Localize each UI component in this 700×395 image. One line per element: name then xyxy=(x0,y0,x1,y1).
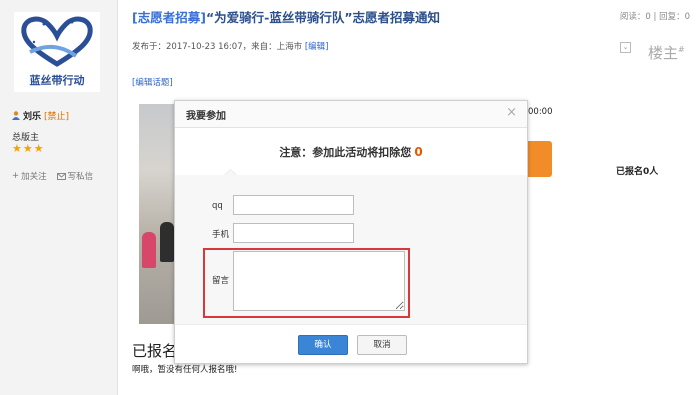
cancel-button[interactable]: 取消 xyxy=(357,335,407,355)
edit-topic-link[interactable]: [编辑话题] xyxy=(132,76,173,88)
follow-button[interactable]: + 加关注 xyxy=(12,170,47,182)
qq-label: qq xyxy=(212,201,223,211)
user-info: 刘乐 [禁止] xyxy=(12,109,69,122)
user-icon xyxy=(12,111,20,120)
post-title: [志愿者招募]“为爱骑行-蓝丝带骑行队”志愿者招募通知 xyxy=(132,7,440,26)
floor-text: 楼主 xyxy=(648,44,679,62)
mail-icon xyxy=(56,172,66,180)
join-dialog: 我要参加 × 注意：参加此活动将扣除您 0 qq 手机 留言 确认 取消 xyxy=(174,100,528,364)
qq-input[interactable] xyxy=(233,195,354,215)
notice-area: 注意：参加此活动将扣除您 0 xyxy=(175,128,527,185)
photo-figure xyxy=(160,222,174,262)
phone-label: 手机 xyxy=(212,230,230,240)
plus-icon: + xyxy=(12,171,20,181)
reply-count: 回复：0 xyxy=(659,12,690,22)
post-meta: 发布于：2017-10-23 16:07，来自：上海市 [编辑] xyxy=(132,40,328,52)
message-button[interactable]: 写私信 xyxy=(56,170,94,182)
signed-up-count: 已报名0人 xyxy=(616,167,659,177)
post-category-link[interactable]: [志愿者招募] xyxy=(132,10,206,25)
message-label: 写私信 xyxy=(67,172,94,182)
notice-points: 0 xyxy=(414,145,423,159)
follow-label: 加关注 xyxy=(21,172,47,182)
dialog-header: 我要参加 × xyxy=(175,101,527,128)
post-date-location: 发布于：2017-10-23 16:07，来自：上海市 xyxy=(132,42,305,52)
heart-ribbon-icon xyxy=(21,16,93,67)
blue-ribbon-logo: 蓝丝带行动 xyxy=(14,12,100,92)
dialog-footer: 确认 取消 xyxy=(175,324,527,363)
join-form: qq 手机 留言 xyxy=(175,175,527,325)
phone-input[interactable] xyxy=(233,223,354,243)
post-title-text: “为爱骑行-蓝丝带骑行队”志愿者招募通知 xyxy=(205,10,441,25)
chevron-down-icon[interactable]: ⌄ xyxy=(620,42,631,53)
user-actions: + 加关注 写私信 xyxy=(12,170,93,182)
notice-message: 注意：参加此活动将扣除您 xyxy=(279,146,412,159)
close-icon[interactable]: × xyxy=(506,105,517,120)
event-time: 00:00 xyxy=(528,107,553,117)
user-name[interactable]: 刘乐 xyxy=(23,109,41,122)
dialog-title: 我要参加 xyxy=(186,111,226,122)
photo-figure xyxy=(142,232,156,268)
signed-up-heading: 已报名 xyxy=(132,342,178,360)
view-count: 阅读：0 xyxy=(619,12,651,22)
edit-post-link[interactable]: [编辑] xyxy=(305,42,329,52)
confirm-button[interactable]: 确认 xyxy=(298,335,348,355)
signed-up-empty-message: 啊哦，暂没有任何人报名哦! xyxy=(132,365,238,375)
ban-link[interactable]: [禁止] xyxy=(44,109,69,122)
stats-separator: | xyxy=(653,12,657,22)
join-event-button[interactable] xyxy=(528,141,552,177)
logo-text: 蓝丝带行动 xyxy=(29,74,85,87)
post-stats: 阅读：0 | 回复：0 xyxy=(620,10,690,22)
floor-label: 楼主# xyxy=(648,44,685,62)
message-textarea[interactable] xyxy=(233,251,405,311)
notice-text: 注意：参加此活动将扣除您 0 xyxy=(175,144,527,160)
event-photo xyxy=(139,104,177,324)
author-sidebar: 蓝丝带行动 刘乐 [禁止] 总版主 ★★★ + 加关注 写私信 xyxy=(0,0,118,395)
rank-stars: ★★★ xyxy=(12,142,45,155)
